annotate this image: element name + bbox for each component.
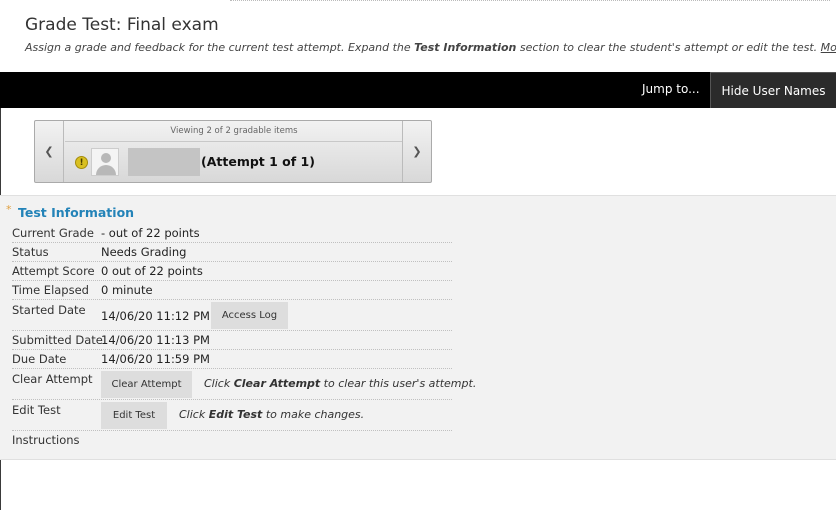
- clear-attempt-button[interactable]: Clear Attempt: [101, 371, 192, 398]
- row-attempt-score: Attempt Score 0 out of 22 points: [12, 262, 452, 281]
- page-header: Grade Test: Final exam Assign a grade an…: [0, 0, 836, 72]
- status-value: Needs Grading: [101, 245, 187, 259]
- submitted-date-label: Submitted Date: [12, 333, 103, 347]
- attempt-label: (Attempt 1 of 1): [201, 154, 315, 169]
- avatar: [91, 148, 119, 176]
- test-information-toggle[interactable]: Test Information: [18, 205, 134, 220]
- started-date-label: Started Date: [12, 303, 86, 317]
- current-grade-label: Current Grade: [12, 226, 94, 240]
- row-submitted-date: Submitted Date 14/06/20 11:13 PM: [12, 331, 452, 350]
- row-edit-test: Edit Test Edit Test Click Edit Test to m…: [12, 400, 452, 431]
- test-information-panel: * Test Information Current Grade - out o…: [0, 195, 836, 460]
- instructions-label: Instructions: [12, 433, 80, 447]
- current-grade-value: - out of 22 points: [101, 226, 200, 240]
- clear-attempt-hint: Click Clear Attempt to clear this user's…: [204, 377, 477, 390]
- time-elapsed-value: 0 minute: [101, 283, 153, 297]
- previous-attempt-button[interactable]: ❮: [35, 121, 64, 182]
- clear-attempt-label: Clear Attempt: [12, 372, 93, 386]
- attempt-score-value: 0 out of 22 points: [101, 264, 203, 278]
- row-status: Status Needs Grading: [12, 243, 452, 262]
- status-label: Status: [12, 245, 49, 259]
- attempt-score-label: Attempt Score: [12, 264, 95, 278]
- avatar-head: [101, 153, 111, 163]
- row-due-date: Due Date 14/06/20 11:59 PM: [12, 350, 452, 369]
- due-date-label: Due Date: [12, 352, 67, 366]
- needs-grading-icon: !: [75, 156, 88, 169]
- next-attempt-button[interactable]: ❯: [402, 121, 431, 182]
- row-started-date: Started Date 14/06/20 11:12 PM Access Lo…: [12, 300, 452, 331]
- page-subtitle: Assign a grade and feedback for the curr…: [25, 41, 836, 54]
- access-log-button[interactable]: Access Log: [211, 302, 288, 329]
- top-divider: [230, 0, 830, 2]
- row-current-grade: Current Grade - out of 22 points: [12, 224, 452, 243]
- row-time-elapsed: Time Elapsed 0 minute: [12, 281, 452, 300]
- expand-asterisk-icon: *: [6, 203, 12, 216]
- edit-test-hint: Click Edit Test to make changes.: [179, 408, 365, 421]
- chevron-left-icon: ❮: [44, 145, 54, 158]
- avatar-body: [96, 165, 116, 175]
- viewing-count: Viewing 2 of 2 gradable items: [170, 126, 298, 136]
- edit-test-label: Edit Test: [12, 403, 61, 417]
- due-date-value: 14/06/20 11:59 PM: [101, 352, 210, 366]
- row-clear-attempt: Clear Attempt Clear Attempt Click Clear …: [12, 369, 476, 400]
- more-help-link[interactable]: More Help: [821, 41, 836, 54]
- subtitle-bold: Test Information: [414, 41, 517, 54]
- row-instructions: Instructions: [12, 431, 452, 450]
- edit-test-button[interactable]: Edit Test: [101, 402, 167, 429]
- action-bar: Jump to... Hide User Names: [0, 72, 836, 108]
- started-date-value: 14/06/20 11:12 PM: [101, 309, 210, 323]
- redacted-user-name: [128, 148, 200, 176]
- time-elapsed-label: Time Elapsed: [12, 283, 89, 297]
- jump-to-menu[interactable]: Jump to...: [642, 82, 700, 96]
- submitted-date-value: 14/06/20 11:13 PM: [101, 333, 210, 347]
- hide-user-names-button[interactable]: Hide User Names: [710, 72, 836, 108]
- attempt-pager: ❮ Viewing 2 of 2 gradable items ! (Attem…: [34, 120, 432, 183]
- page-title: Grade Test: Final exam: [25, 15, 219, 35]
- pager-divider: [65, 141, 403, 142]
- chevron-right-icon: ❯: [412, 145, 422, 158]
